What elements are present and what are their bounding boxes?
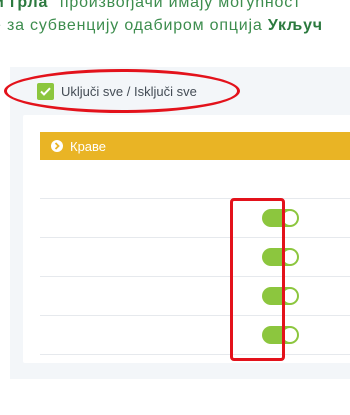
intro-line-2: е за субвенцију одабиром опција Укључ — [0, 17, 323, 35]
intro-text-1: " произвођачи имају могућност — [48, 0, 302, 11]
card-rows — [40, 160, 350, 355]
cows-card: Краве — [23, 115, 350, 363]
intro-bold-1: и грла — [0, 0, 49, 11]
toggle-knob — [283, 289, 297, 303]
toggle-knob — [283, 328, 297, 342]
toggle-knob — [283, 250, 297, 264]
intro-line-1: и грла" произвођачи имају могућност — [0, 0, 301, 12]
table-row — [40, 277, 350, 316]
table-row — [40, 238, 350, 277]
table-row — [40, 316, 350, 355]
card-header-label: Краве — [70, 138, 107, 154]
intro-text-2: е за субвенцију одабиром опција — [0, 17, 268, 34]
annotation-highlight-box — [230, 198, 285, 361]
intro-bold-2: Укључ — [267, 17, 323, 34]
table-row — [40, 160, 350, 199]
table-row — [40, 199, 350, 238]
annotation-ellipse — [4, 69, 240, 113]
card-header-cows[interactable]: Краве — [40, 132, 350, 160]
chevron-right-icon — [51, 140, 63, 152]
toggle-knob — [283, 211, 297, 225]
